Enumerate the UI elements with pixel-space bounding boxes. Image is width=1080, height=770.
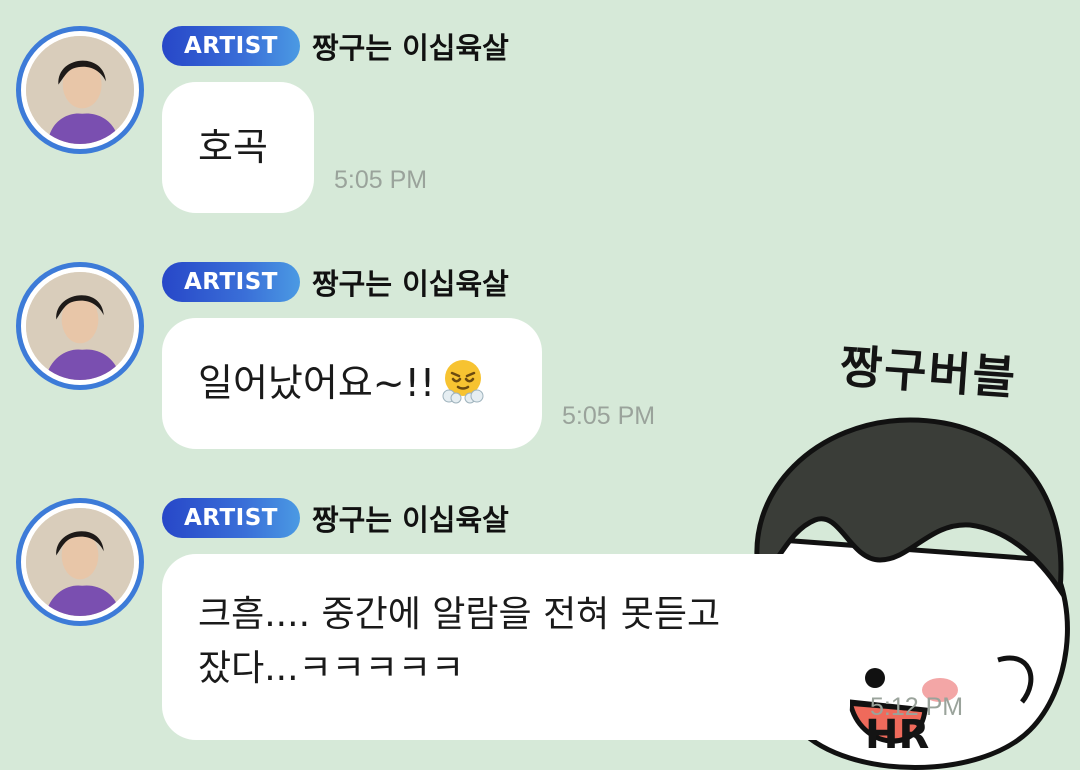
message-bubble[interactable]: 일어났어요~!! xyxy=(162,318,542,449)
message-text: 일어났어요~!! xyxy=(198,361,436,405)
author-name[interactable]: 짱구는 이십육살 xyxy=(312,25,509,67)
message-header: ARTIST 짱구는 이십육살 xyxy=(162,497,509,539)
timestamp: 5:12 PM xyxy=(870,693,964,721)
message-text-line-1: 크흠.... 중간에 알람을 전혀 못듣고 xyxy=(198,594,721,635)
message-header: ARTIST 짱구는 이십육살 xyxy=(162,25,509,67)
avatar-photo xyxy=(26,36,134,144)
timestamp: 5:05 PM xyxy=(562,402,656,430)
message-text: 호곡 xyxy=(198,125,268,169)
artist-badge: ARTIST xyxy=(162,26,300,66)
author-name[interactable]: 짱구는 이십육살 xyxy=(312,261,509,303)
avatar-photo xyxy=(26,508,134,616)
message-text-line-2: 잤다...ㅋㅋㅋㅋㅋ xyxy=(198,648,465,689)
message-bubble[interactable]: 크흠.... 중간에 알람을 전혀 못듣고 잤다...ㅋㅋㅋㅋㅋ xyxy=(162,554,850,740)
avatar[interactable] xyxy=(16,26,144,154)
timestamp: 5:05 PM xyxy=(334,166,428,194)
message-bubble[interactable]: 호곡 xyxy=(162,82,314,213)
artist-badge: ARTIST xyxy=(162,262,300,302)
avatar[interactable] xyxy=(16,498,144,626)
avatar-photo xyxy=(26,272,134,380)
sticker-title: 짱구버블 xyxy=(838,338,1019,406)
author-name[interactable]: 짱구는 이십육살 xyxy=(312,497,509,539)
face-with-steam-from-nose-icon xyxy=(442,360,484,404)
artist-badge: ARTIST xyxy=(162,498,300,538)
message-header: ARTIST 짱구는 이십육살 xyxy=(162,261,509,303)
avatar[interactable] xyxy=(16,262,144,390)
